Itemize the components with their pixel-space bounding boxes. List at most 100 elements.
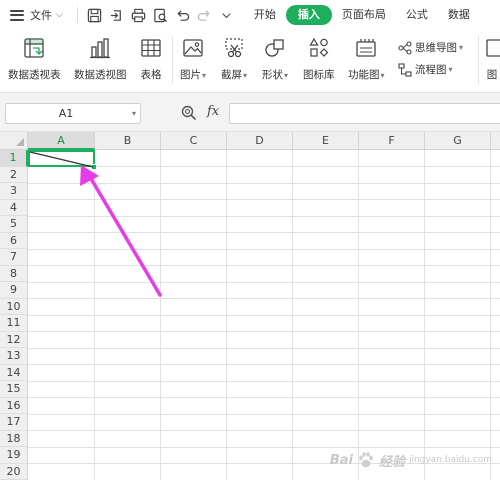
pivot-table-button[interactable]: 数据透视表 <box>8 36 61 82</box>
column-header-b[interactable]: B <box>95 132 161 150</box>
column-header-e[interactable]: E <box>293 132 359 150</box>
selected-cell-a1[interactable] <box>28 150 95 167</box>
picture-label: 图片▾ <box>180 67 206 82</box>
row-header[interactable]: 5 <box>0 216 28 233</box>
icon-library-icon <box>306 36 332 60</box>
print-icon[interactable] <box>128 4 150 26</box>
pivot-chart-button[interactable]: 数据透视图 <box>74 36 127 82</box>
tab-formulas[interactable]: 公式 <box>396 5 438 25</box>
formula-input[interactable] <box>229 103 500 124</box>
function-chart-label-text: 功能图 <box>348 69 380 81</box>
name-box[interactable]: A1 ▾ <box>5 103 141 124</box>
row-header[interactable]: 9 <box>0 282 28 299</box>
select-all-button[interactable] <box>0 132 28 150</box>
formula-bar: A1 ▾ fx <box>0 92 500 132</box>
file-menu-label: 文件 <box>30 9 52 22</box>
row-header[interactable]: 6 <box>0 232 28 249</box>
column-header-d[interactable]: D <box>227 132 293 150</box>
mind-map-button[interactable]: 思维导图 ▾ <box>398 40 463 55</box>
hamburger-menu-icon[interactable] <box>10 9 24 21</box>
gridline <box>28 182 500 184</box>
tab-data[interactable]: 数据 <box>438 5 480 25</box>
divider <box>76 7 78 23</box>
column-header-h-partial[interactable] <box>491 132 500 150</box>
export-icon[interactable] <box>106 4 128 26</box>
file-menu[interactable]: 文件 ⌵ <box>0 0 71 30</box>
ribbon-tabs: 开始 插入 页面布局 公式 数据 <box>244 0 480 30</box>
pivot-chart-label: 数据透视图 <box>74 69 127 81</box>
zoom-icon[interactable] <box>180 104 198 122</box>
row-header[interactable]: 20 <box>0 463 28 480</box>
pivot-table-label: 数据透视表 <box>8 69 61 81</box>
fx-insert-function-button[interactable]: fx <box>207 104 219 119</box>
dropdown-arrow-icon: ▾ <box>459 43 464 52</box>
customize-toolbar-icon[interactable] <box>216 4 238 26</box>
save-icon[interactable] <box>84 4 106 26</box>
row-header[interactable]: 8 <box>0 265 28 282</box>
column-header-g[interactable]: G <box>425 132 491 150</box>
gridline <box>28 215 500 217</box>
tab-page-layout[interactable]: 页面布局 <box>332 5 396 25</box>
screenshot-scissors-icon <box>221 36 247 60</box>
dropdown-arrow-icon: ▾ <box>202 71 207 80</box>
screenshot-label: 截屏▾ <box>221 67 247 82</box>
screenshot-label-text: 截屏 <box>221 69 242 81</box>
table-button[interactable]: 表格 <box>138 36 164 82</box>
column-header-f[interactable]: F <box>359 132 425 150</box>
function-chart-button[interactable]: 功能图▾ <box>348 36 385 82</box>
flowchart-button[interactable]: 流程图 ▾ <box>398 62 453 77</box>
spreadsheet-grid[interactable]: A B C D E F G 1 2 3 4 5 6 7 8 9 10 11 12… <box>0 132 500 480</box>
print-preview-icon[interactable] <box>150 4 172 26</box>
chevron-down-icon[interactable]: ▾ <box>132 104 136 123</box>
picture-label-text: 图片 <box>180 69 201 81</box>
row-header[interactable]: 16 <box>0 397 28 414</box>
flowchart-icon <box>398 62 412 77</box>
row-header[interactable]: 2 <box>0 166 28 183</box>
mind-map-icon <box>398 40 412 55</box>
row-header[interactable]: 18 <box>0 430 28 447</box>
flowchart-label: 流程图 <box>415 64 447 76</box>
gridline <box>28 265 500 266</box>
shapes-label-text: 形状 <box>262 69 283 81</box>
row-header[interactable]: 14 <box>0 364 28 381</box>
row-header[interactable]: 17 <box>0 414 28 431</box>
row-header[interactable]: 10 <box>0 298 28 315</box>
row-header[interactable]: 4 <box>0 199 28 216</box>
row-header[interactable]: 3 <box>0 183 28 200</box>
chart-icon <box>484 36 500 60</box>
gridline <box>28 413 500 415</box>
dropdown-arrow-icon: ▾ <box>243 71 248 80</box>
gridline <box>28 347 500 349</box>
gridline <box>28 281 500 283</box>
gridline <box>28 364 500 365</box>
dropdown-arrow-icon: ▾ <box>284 71 289 80</box>
redo-icon[interactable] <box>194 4 216 26</box>
row-header[interactable]: 11 <box>0 315 28 332</box>
chevron-down-icon: ⌵ <box>56 10 63 20</box>
menu-bar: 文件 ⌵ 开始 插入 页面布局 公式 数据 <box>0 0 500 30</box>
row-header[interactable]: 19 <box>0 447 28 464</box>
row-header[interactable]: 15 <box>0 381 28 398</box>
fill-handle[interactable] <box>91 164 97 170</box>
gridline <box>28 166 500 167</box>
row-header[interactable]: 7 <box>0 249 28 266</box>
mind-map-label: 思维导图 <box>415 42 457 54</box>
row-header[interactable]: 1 <box>0 150 28 167</box>
table-icon <box>138 36 164 60</box>
dropdown-arrow-icon: ▾ <box>448 65 453 74</box>
column-header-a[interactable]: A <box>28 132 95 150</box>
gridline <box>28 314 500 316</box>
shapes-icon <box>262 36 288 60</box>
tab-insert[interactable]: 插入 <box>285 5 332 25</box>
chart-button-partial[interactable]: 图 <box>484 36 500 82</box>
row-header[interactable]: 13 <box>0 348 28 365</box>
screenshot-button[interactable]: 截屏▾ <box>221 36 247 82</box>
icon-library-button[interactable]: 图标库 <box>303 36 335 82</box>
tab-home[interactable]: 开始 <box>244 5 286 25</box>
undo-icon[interactable] <box>172 4 194 26</box>
column-header-c[interactable]: C <box>161 132 227 150</box>
shapes-button[interactable]: 形状▾ <box>262 36 288 82</box>
picture-button[interactable]: 图片▾ <box>180 36 206 82</box>
row-header[interactable]: 12 <box>0 331 28 348</box>
pivot-table-icon <box>21 36 47 60</box>
